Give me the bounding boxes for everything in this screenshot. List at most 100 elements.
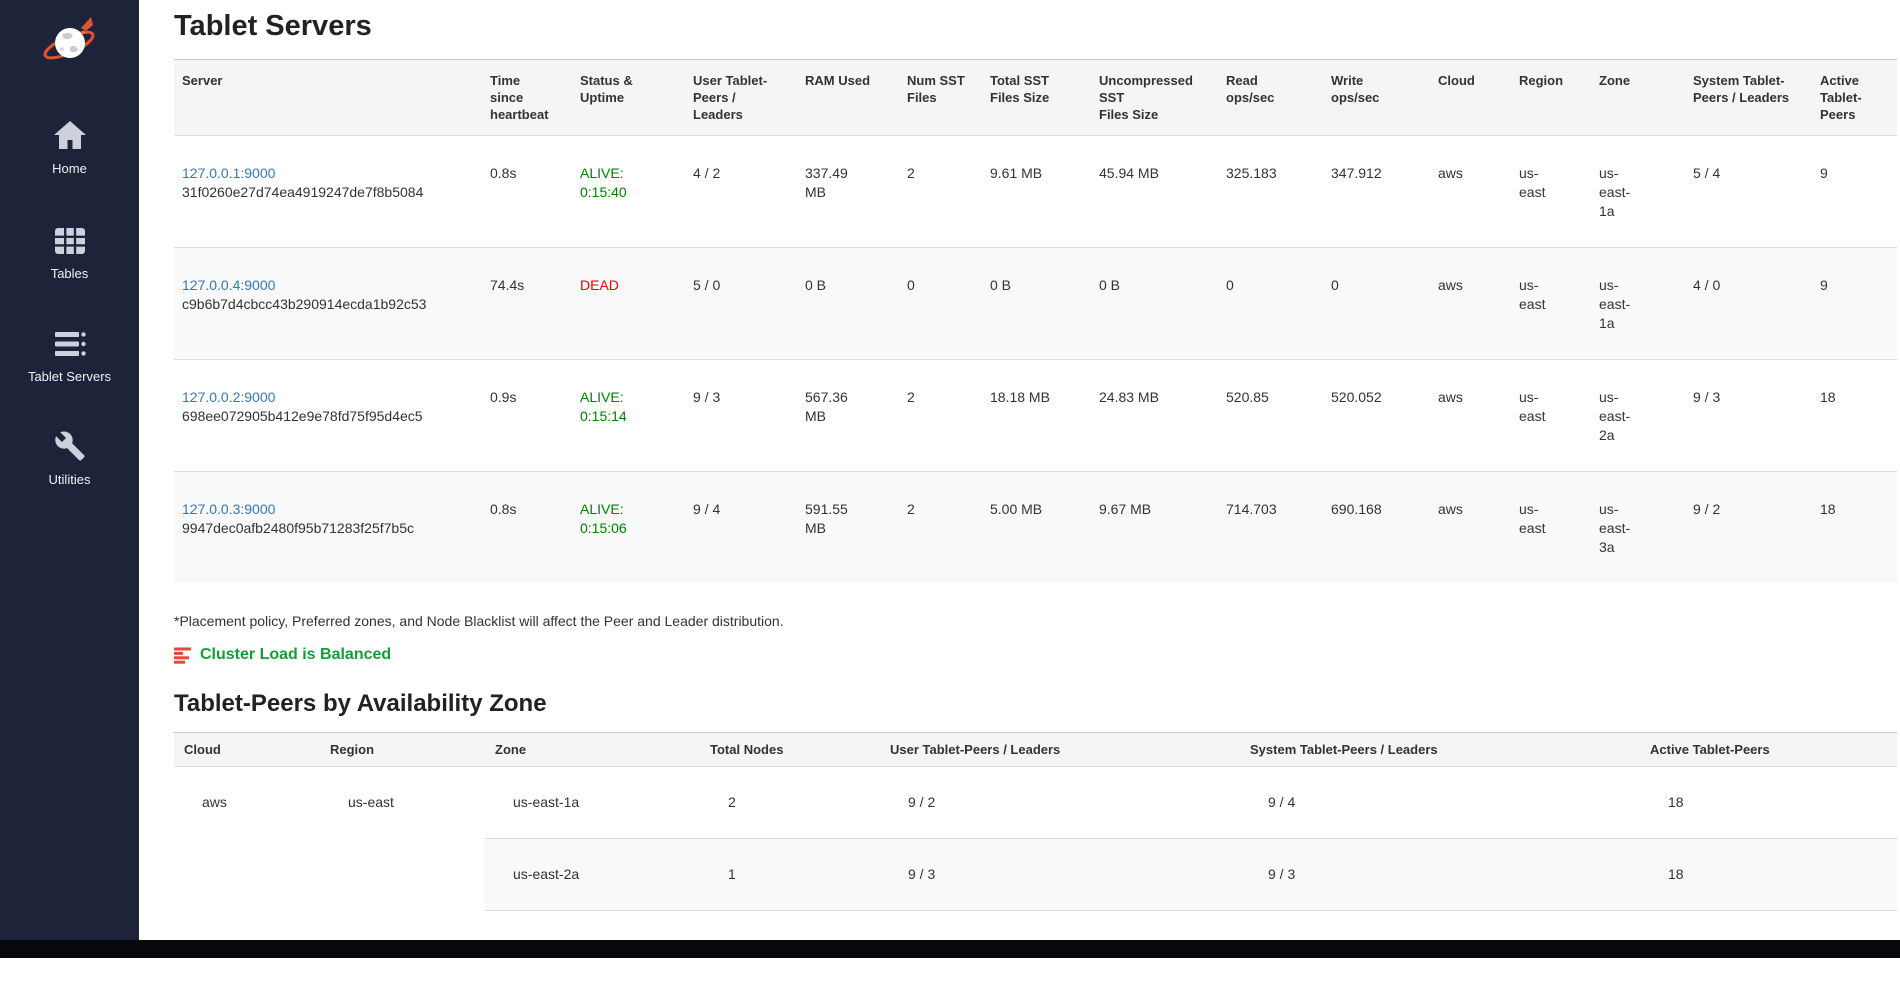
col-active-peers: Active Tablet-Peers <box>1812 60 1897 136</box>
status-label: ALIVE: <box>580 500 668 519</box>
num-sst-cell: 0 <box>899 248 982 360</box>
active-peers-cell: 18 <box>1640 767 1897 839</box>
uncompressed-sst-cell: 24.83 MB <box>1091 360 1218 472</box>
user-peers-cell: 5 / 0 <box>685 248 797 360</box>
server-cell: 127.0.0.1:9000 31f0260e27d74ea4919247de7… <box>174 136 482 248</box>
write-ops-cell: 520.052 <box>1323 360 1430 472</box>
col-user-peers: User Tablet-Peers / Leaders <box>685 60 797 136</box>
heartbeat-cell: 0.8s <box>482 136 572 248</box>
sidebar-item-home[interactable]: Home <box>0 119 139 176</box>
write-ops-cell: 690.168 <box>1323 472 1430 584</box>
uptime-label: 0:15:14 <box>580 407 668 426</box>
planet-rocket-logo[interactable] <box>41 12 99 73</box>
tserver-row: 127.0.0.4:9000 c9b6b7d4cbcc43b290914ecda… <box>174 248 1897 360</box>
col-num-sst: Num SST Files <box>899 60 982 136</box>
system-peers-cell: 9 / 2 <box>1685 472 1812 584</box>
active-peers-cell: 18 <box>1812 360 1897 472</box>
ram-used-cell: 337.49 MB <box>797 136 899 248</box>
cloud-cell: aws <box>1430 136 1511 248</box>
ram-used-cell: 0 B <box>797 248 899 360</box>
server-link[interactable]: 127.0.0.4:9000 <box>182 277 275 293</box>
col-total-nodes: Total Nodes <box>700 733 880 767</box>
col-read-ops: Read ops/sec <box>1218 60 1323 136</box>
col-region: Region <box>1511 60 1591 136</box>
num-sst-cell: 2 <box>899 472 982 584</box>
heartbeat-cell: 0.8s <box>482 472 572 584</box>
server-uuid: c9b6b7d4cbcc43b290914ecda1b92c53 <box>182 295 474 314</box>
region-cell: us-east <box>1511 248 1591 360</box>
page-title: Tablet Servers <box>174 10 1900 43</box>
col-total-sst: Total SST Files Size <box>982 60 1091 136</box>
num-sst-cell: 2 <box>899 136 982 248</box>
total-nodes-cell: 1 <box>700 839 880 911</box>
col-region: Region <box>320 733 485 767</box>
col-zone: Zone <box>1591 60 1685 136</box>
uncompressed-sst-cell: 0 B <box>1091 248 1218 360</box>
status-cell: DEAD <box>572 248 685 360</box>
server-cell: 127.0.0.3:9000 9947dec0afb2480f95b71283f… <box>174 472 482 584</box>
total-sst-cell: 18.18 MB <box>982 360 1091 472</box>
col-status-uptime: Status & Uptime <box>572 60 685 136</box>
uptime-label: 0:15:40 <box>580 183 668 202</box>
cloud-cell: aws <box>1430 360 1511 472</box>
system-peers-cell: 9 / 4 <box>1240 767 1640 839</box>
total-sst-cell: 9.61 MB <box>982 136 1091 248</box>
status-label: ALIVE: <box>580 164 668 183</box>
server-uuid: 9947dec0afb2480f95b71283f25f7b5c <box>182 519 474 538</box>
sidebar-item-tables[interactable]: Tables <box>0 226 139 281</box>
uncompressed-sst-cell: 9.67 MB <box>1091 472 1218 584</box>
write-ops-cell: 0 <box>1323 248 1430 360</box>
total-sst-cell: 0 B <box>982 248 1091 360</box>
col-zone: Zone <box>485 733 700 767</box>
active-peers-cell: 18 <box>1812 472 1897 584</box>
active-peers-cell: 9 <box>1812 136 1897 248</box>
sidebar-item-label: Tables <box>0 266 139 281</box>
col-cloud: Cloud <box>174 733 320 767</box>
tablet-servers-icon <box>0 329 139 362</box>
total-sst-cell: 5.00 MB <box>982 472 1091 584</box>
status-label: DEAD <box>580 276 668 295</box>
server-link[interactable]: 127.0.0.1:9000 <box>182 165 275 181</box>
cluster-load-label: Cluster Load is Balanced <box>200 646 391 664</box>
zone-cell: us-east-2a <box>1591 360 1685 472</box>
read-ops-cell: 714.703 <box>1218 472 1323 584</box>
col-ram-used: RAM Used <box>797 60 899 136</box>
home-icon <box>0 119 139 154</box>
region-cell: us-east <box>1511 136 1591 248</box>
server-uuid: 31f0260e27d74ea4919247de7f8b5084 <box>182 183 474 202</box>
status-cell: ALIVE: 0:15:06 <box>572 472 685 584</box>
system-peers-cell: 5 / 4 <box>1685 136 1812 248</box>
heartbeat-cell: 74.4s <box>482 248 572 360</box>
tasks-bars-icon <box>174 647 191 664</box>
server-link[interactable]: 127.0.0.3:9000 <box>182 501 275 517</box>
col-heartbeat: Time since heartbeat <box>482 60 572 136</box>
sidebar-item-utilities[interactable]: Utilities <box>0 430 139 487</box>
server-cell: 127.0.0.2:9000 698ee072905b412e9e78fd75f… <box>174 360 482 472</box>
col-cloud: Cloud <box>1430 60 1511 136</box>
zone-cell: us-east-1a <box>1591 136 1685 248</box>
read-ops-cell: 0 <box>1218 248 1323 360</box>
zone-cell: us-east-1a <box>485 767 700 839</box>
sidebar-item-label: Utilities <box>0 472 139 487</box>
col-active-peers: Active Tablet-Peers <box>1640 733 1897 767</box>
read-ops-cell: 325.183 <box>1218 136 1323 248</box>
user-peers-cell: 9 / 3 <box>880 839 1240 911</box>
num-sst-cell: 2 <box>899 360 982 472</box>
heartbeat-cell: 0.9s <box>482 360 572 472</box>
status-cell: ALIVE: 0:15:40 <box>572 136 685 248</box>
zone-cell: us-east-2a <box>485 839 700 911</box>
zone-cell: us-east-1a <box>1591 248 1685 360</box>
status-cell: ALIVE: 0:15:14 <box>572 360 685 472</box>
server-link[interactable]: 127.0.0.2:9000 <box>182 389 275 405</box>
az-header-row: Cloud Region Zone Total Nodes User Table… <box>174 733 1897 767</box>
tablet-servers-table: Server Time since heartbeat Status & Upt… <box>174 59 1897 583</box>
active-peers-cell: 9 <box>1812 248 1897 360</box>
system-peers-cell: 4 / 0 <box>1685 248 1812 360</box>
sidebar-item-tablet-servers[interactable]: Tablet Servers <box>0 329 139 384</box>
col-server: Server <box>174 60 482 136</box>
zone-cell: us-east-3a <box>1591 472 1685 584</box>
tablet-servers-header-row: Server Time since heartbeat Status & Upt… <box>174 60 1897 136</box>
user-peers-cell: 4 / 2 <box>685 136 797 248</box>
bottom-bar <box>0 940 1900 958</box>
ram-used-cell: 591.55 MB <box>797 472 899 584</box>
